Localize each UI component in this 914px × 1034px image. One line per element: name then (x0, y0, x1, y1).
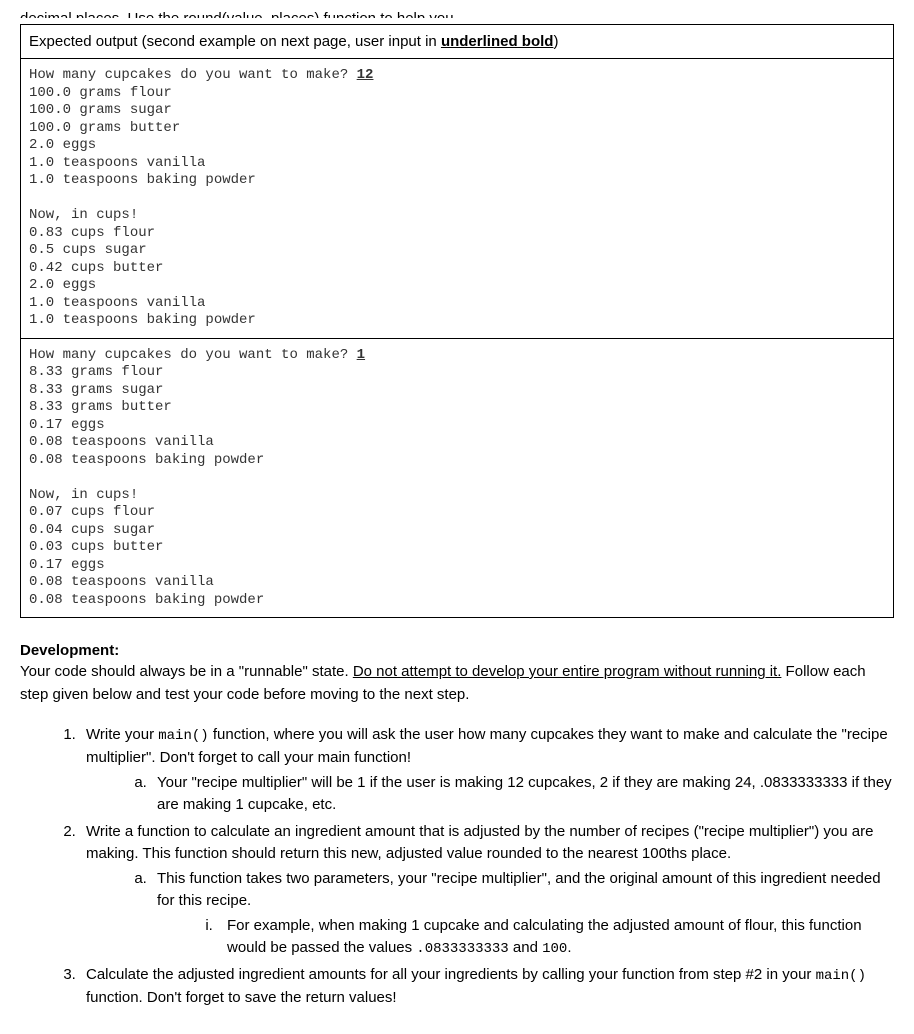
prompt-text-1: How many cupcakes do you want to make? (29, 67, 357, 83)
user-input-1: 12 (357, 67, 374, 83)
step-2a-i-mid: and (509, 939, 542, 956)
step-2a-i: For example, when making 1 cupcake and c… (217, 915, 894, 961)
development-section: Development: Your code should always be … (20, 640, 894, 1010)
dev-para-underlined: Do not attempt to develop your entire pr… (353, 663, 782, 680)
step-2a: This function takes two parameters, your… (151, 868, 894, 961)
step-1: Write your main() function, where you wi… (80, 724, 894, 817)
development-paragraph: Your code should always be in a "runnabl… (20, 661, 894, 706)
example-output-2: How many cupcakes do you want to make? 1… (21, 338, 893, 618)
step-2: Write a function to calculate an ingredi… (80, 821, 894, 961)
step-1-sublist: Your "recipe multiplier" will be 1 if th… (141, 772, 894, 817)
step-3-code: main() (816, 968, 866, 984)
expected-output-box: Expected output (second example on next … (20, 24, 894, 618)
cups-lines-2: 0.07 cups flour 0.04 cups sugar 0.03 cup… (29, 504, 264, 608)
cups-header-2: Now, in cups! (29, 487, 138, 503)
step-2a-sublist: For example, when making 1 cupcake and c… (207, 915, 894, 961)
header-suffix: ) (553, 33, 558, 50)
step-2-text: Write a function to calculate an ingredi… (86, 823, 873, 863)
step-1-code: main() (158, 728, 208, 744)
step-2-sublist: This function takes two parameters, your… (141, 868, 894, 961)
step-2a-i-suffix: . (567, 939, 571, 956)
dev-para-prefix: Your code should always be in a "runnabl… (20, 663, 353, 680)
user-input-2: 1 (357, 347, 365, 363)
example-output-1: How many cupcakes do you want to make? 1… (21, 59, 893, 338)
cups-header-1: Now, in cups! (29, 207, 138, 223)
expected-output-header: Expected output (second example on next … (21, 25, 893, 59)
header-emph: underlined bold (441, 33, 554, 50)
step-3: Calculate the adjusted ingredient amount… (80, 964, 894, 1010)
step-3-text-a: Calculate the adjusted ingredient amount… (86, 966, 816, 983)
step-3-text-b: function. Don't forget to save the retur… (86, 989, 397, 1006)
prompt-text-2: How many cupcakes do you want to make? (29, 347, 357, 363)
cups-lines-1: 0.83 cups flour 0.5 cups sugar 0.42 cups… (29, 225, 256, 329)
grams-lines-1: 100.0 grams flour 100.0 grams sugar 100.… (29, 85, 256, 189)
development-heading: Development: (20, 640, 894, 661)
step-1-text-a: Write your (86, 726, 158, 743)
step-2a-i-code1: .0833333333 (416, 941, 508, 957)
header-prefix: Expected output (second example on next … (29, 33, 441, 50)
step-1a: Your "recipe multiplier" will be 1 if th… (151, 772, 894, 817)
step-2a-text: This function takes two parameters, your… (157, 870, 881, 910)
step-2a-i-code2: 100 (542, 941, 567, 957)
grams-lines-2: 8.33 grams flour 8.33 grams sugar 8.33 g… (29, 364, 264, 468)
development-steps-list: Write your main() function, where you wi… (70, 724, 894, 1010)
cutoff-previous-line: decimal places. Use the round(value, pla… (20, 8, 894, 18)
